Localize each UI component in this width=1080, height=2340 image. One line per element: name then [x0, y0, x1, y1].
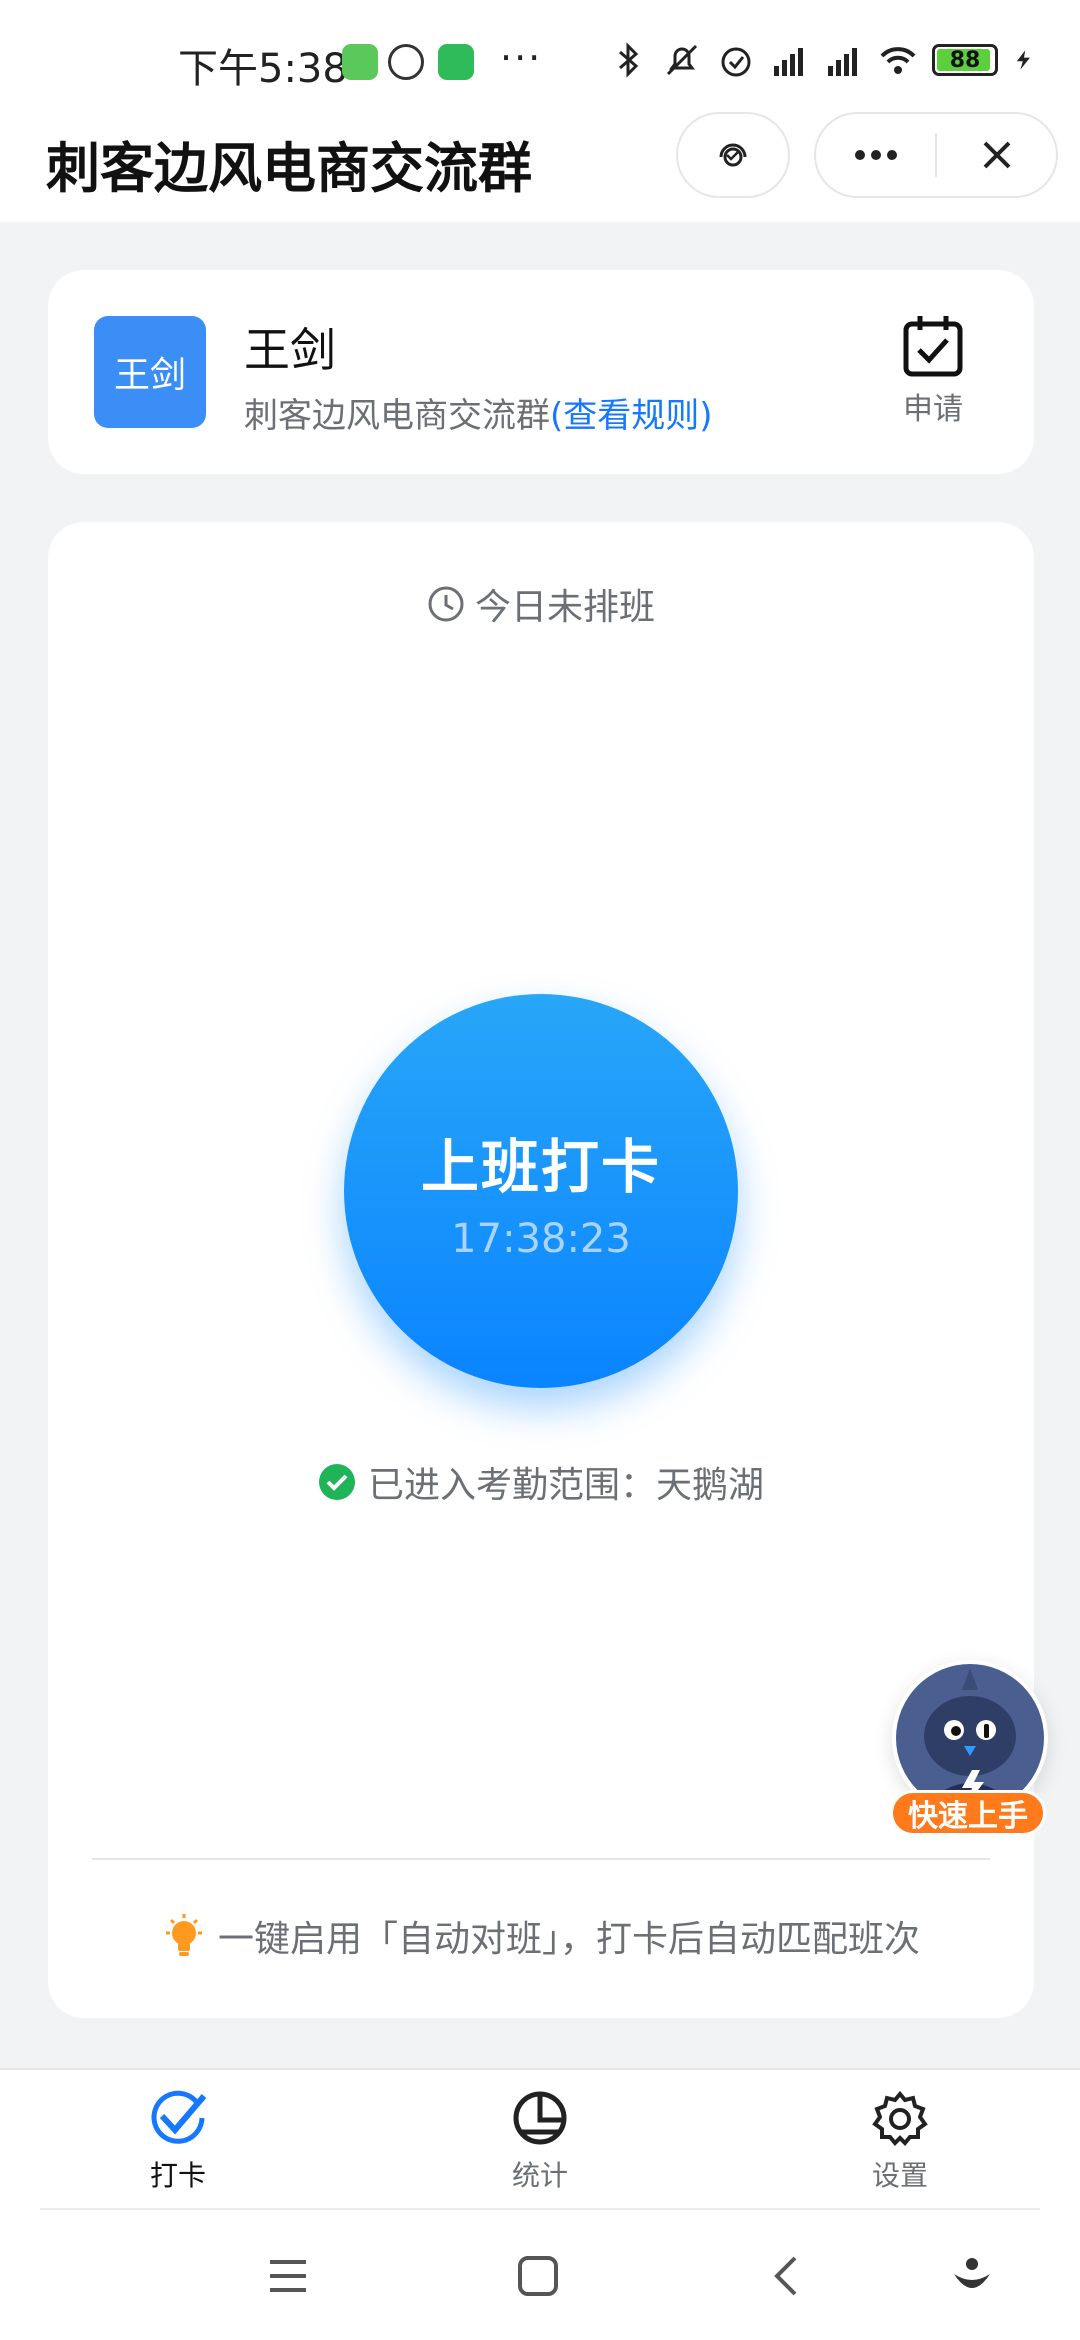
alarm-icon	[721, 47, 751, 77]
apply-label: 申请	[903, 392, 963, 427]
close-icon	[983, 141, 1010, 169]
pie-chart-icon	[513, 2091, 567, 2145]
headset-icon	[719, 143, 747, 167]
status-icons: 88	[608, 40, 1036, 80]
back-button[interactable]	[756, 2246, 816, 2306]
check-in-card: 今日未排班 上班打卡 17:38:23 已进入考勤范围：天鹅湖 一键启用「自动对…	[48, 522, 1034, 2018]
schedule-status: 今日未排班	[48, 578, 1034, 630]
punch-in-button[interactable]: 上班打卡 17:38:23	[344, 994, 738, 1388]
assistant-icon	[954, 2258, 990, 2288]
success-check-icon	[318, 1464, 355, 1500]
phone-notification-icon	[438, 44, 474, 80]
tab-statistics[interactable]: 统计	[440, 2088, 640, 2198]
tab-label: 设置	[871, 2159, 928, 2192]
status-time: 下午5:38	[178, 46, 348, 92]
wifi-icon	[880, 47, 916, 74]
range-status: 已进入考勤范围：天鹅湖	[48, 1456, 1034, 1508]
system-navigation-bar	[0, 2210, 1080, 2340]
avatar: 王剑	[94, 316, 206, 428]
app-notification-icon	[388, 44, 424, 80]
signal-icon-2	[828, 48, 857, 76]
home-button[interactable]	[508, 2246, 568, 2306]
lightbulb-icon	[165, 1914, 202, 1956]
punch-label: 上班打卡	[420, 1133, 661, 1201]
schedule-status-text: 今日未排班	[474, 587, 655, 628]
group-line: 刺客边风电商交流群(查看规则)	[244, 388, 713, 437]
close-button[interactable]	[937, 114, 1056, 196]
bottom-tab-bar: 打卡 统计 设置	[0, 2068, 1080, 2210]
menu-icon	[270, 2260, 306, 2292]
clock-icon	[428, 586, 464, 622]
bluetooth-icon	[619, 42, 639, 78]
quick-start-button[interactable]: 快速上手	[888, 1660, 1048, 1840]
customer-service-button[interactable]	[676, 112, 790, 198]
range-status-text: 已进入考勤范围：天鹅湖	[367, 1465, 764, 1506]
punch-time: 17:38:23	[451, 1216, 631, 1262]
view-rules-link[interactable]: (查看规则)	[550, 396, 713, 436]
wechat-notification-icon	[342, 44, 378, 80]
gear-icon	[872, 2090, 928, 2146]
square-icon	[518, 2256, 558, 2296]
user-card: 王剑 王剑 刺客边风电商交流群(查看规则) 申请	[48, 270, 1034, 474]
more-dots-icon	[854, 150, 897, 160]
more-button[interactable]	[816, 114, 935, 196]
tab-settings[interactable]: 设置	[800, 2088, 1000, 2198]
tab-label: 统计	[511, 2159, 568, 2192]
user-name: 王剑	[244, 323, 336, 377]
charging-icon	[1016, 50, 1030, 70]
battery-level: 88	[949, 47, 981, 73]
chevron-left-icon	[774, 2256, 797, 2296]
check-icon	[151, 2090, 207, 2144]
quick-start-badge: 快速上手	[890, 1790, 1046, 1836]
signal-icon	[774, 48, 803, 76]
calendar-check-icon	[903, 316, 963, 377]
more-notifications-icon: ···	[500, 36, 543, 80]
auto-shift-tip[interactable]: 一键启用「自动对班」，打卡后自动匹配班次	[48, 1910, 1034, 1962]
mini-program-capsule	[814, 112, 1058, 198]
tab-check-in[interactable]: 打卡	[78, 2088, 278, 2198]
group-name: 刺客边风电商交流群	[244, 396, 550, 436]
battery-icon: 88	[932, 44, 998, 76]
mute-icon	[666, 44, 698, 76]
title-bar: 刺客边风电商交流群	[0, 112, 1080, 222]
page-title: 刺客边风电商交流群	[46, 137, 532, 200]
apply-button[interactable]: 申请	[868, 314, 998, 434]
divider	[92, 1858, 990, 1860]
status-bar: 下午5:38 ··· 88	[0, 0, 1080, 112]
tab-label: 打卡	[149, 2159, 206, 2192]
recents-button[interactable]	[258, 2246, 318, 2306]
assistant-button[interactable]	[942, 2246, 1002, 2306]
tip-text: 一键启用「自动对班」，打卡后自动匹配班次	[217, 1919, 920, 1960]
